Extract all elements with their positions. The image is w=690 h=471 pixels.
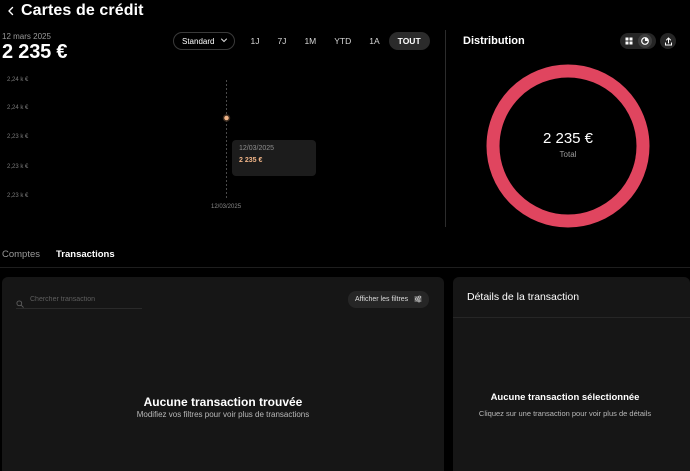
distribution-title: Distribution [463,35,525,47]
balance-chart: 2,24 k € 2,24 k € 2,23 k € 2,23 k € 2,23… [0,72,440,222]
grid-icon[interactable] [622,34,636,48]
search-input[interactable] [30,296,138,303]
search-icon [16,295,26,308]
data-point [222,114,231,122]
show-filters-button[interactable]: Afficher les filtres [348,291,430,308]
details-empty-subtitle: Cliquez sur une transaction pour voir pl… [478,409,652,418]
empty-state-title: Aucune transaction trouvée [143,395,303,409]
donut-total-value: 2 235 € [542,130,594,147]
mode-select[interactable]: Standard [173,32,236,50]
tab-comptes[interactable]: Comptes [0,246,42,268]
pie-icon[interactable] [638,34,652,48]
sliders-icon [414,295,422,305]
show-filters-label: Afficher les filtres [355,296,409,303]
details-empty-title: Aucune transaction sélectionnée [490,392,640,403]
empty-state-subtitle: Modifiez vos filtres pour voir plus de t… [136,410,310,419]
chart-plot [222,80,231,200]
back-icon[interactable] [3,3,19,19]
mode-select-label: Standard [182,36,215,46]
range-button-ytd[interactable]: YTD [325,32,360,50]
page-title: Cartes de crédit [21,2,144,19]
tab-transactions[interactable]: Transactions [54,246,117,268]
summary-date: 12 mars 2025 [2,32,51,41]
transaction-details-panel: Détails de la transaction Aucune transac… [453,277,690,471]
transactions-panel: Afficher les filtres Aucune transaction … [2,277,444,471]
section-divider [445,30,446,227]
tooltip-date: 12/03/2025 [239,145,275,152]
search-box [16,291,142,309]
view-toggle [620,33,656,49]
details-divider [453,317,690,318]
tab-divider [0,267,690,268]
details-title: Détails de la transaction [467,291,580,303]
donut-total-label: Total [559,150,577,159]
range-button-tout[interactable]: TOUT [388,32,430,50]
chevron-down-icon [220,36,228,46]
tooltip-value: 2 235 € [239,157,263,164]
summary-value: 2 235 € [2,41,68,63]
x-tick-label: 12/03/2025 [211,204,242,210]
chart-tooltip: 12/03/2025 2 235 € [232,140,316,176]
range-button-7j[interactable]: 7J [268,32,295,50]
header: Cartes de crédit [0,0,144,22]
range-controls: Standard 1J 7J 1M YTD 1A TOUT [173,32,430,50]
range-button-1m[interactable]: 1M [295,32,325,50]
range-button-1j[interactable]: 1J [241,32,268,50]
share-icon[interactable] [660,33,676,49]
tab-bar: Comptes Transactions [0,246,129,268]
range-button-1a[interactable]: 1A [360,32,388,50]
